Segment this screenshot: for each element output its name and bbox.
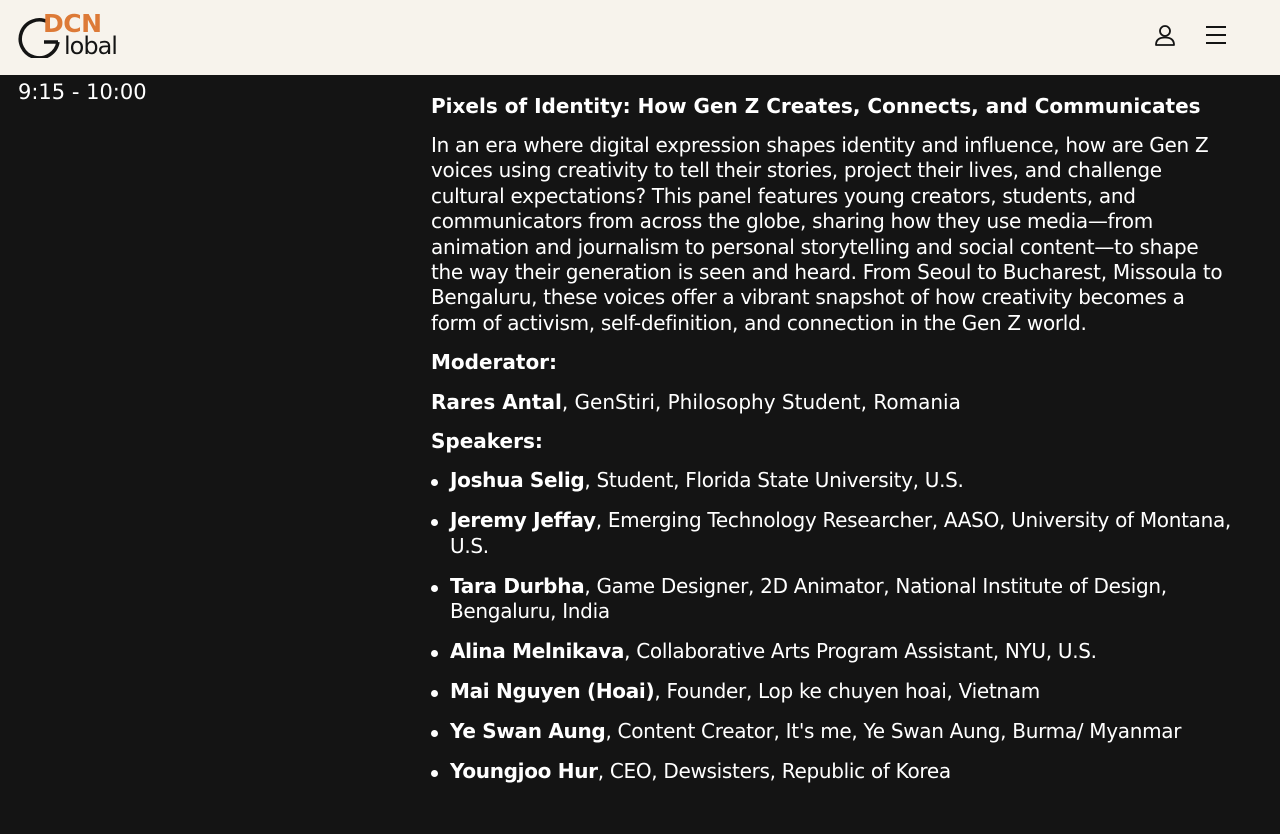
speaker-name: Mai Nguyen (Hoai) [450,679,655,704]
bullet-icon [431,650,438,658]
session-description: In an era where digital expression shape… [431,133,1223,335]
speaker-item: Tara Durbha, Game Designer, 2D Animator,… [431,574,1231,625]
moderator-details: , GenStiri, Philosophy Student, Romania [561,389,961,414]
moderator-name: Rares Antal [431,389,562,414]
speaker-item: Mai Nguyen (Hoai), Founder, Lop ke chuye… [431,679,1231,704]
session-time: 9:15 - 10:00 [18,80,147,104]
hamburger-menu-icon[interactable] [1203,22,1229,48]
dcn-global-logo[interactable]: DCN lobal [18,10,133,62]
speaker-item: Jeremy Jeffay, Emerging Technology Resea… [431,508,1231,559]
moderator-entry: Rares Antal, GenStiri, Philosophy Studen… [431,390,1231,415]
speaker-name: Ye Swan Aung [450,719,606,744]
moderator-label: Moderator: [431,350,558,375]
speakers-label: Speakers: [431,429,543,454]
speaker-name: Alina Melnikava [450,639,625,664]
bullet-icon [431,519,438,527]
speaker-details: , Student, Florida State University, U.S… [584,468,964,493]
logo-text-global: lobal [64,32,118,60]
speakers-list: Joshua Selig, Student, Florida State Uni… [431,468,1231,784]
site-header: DCN lobal [0,0,1280,75]
bullet-icon [431,584,438,592]
speaker-name: Jeremy Jeffay [450,508,596,533]
bullet-icon [431,730,438,738]
bullet-icon [431,770,438,778]
speaker-name: Youngjoo Hur [450,759,598,784]
speaker-item: Ye Swan Aung, Content Creator, It's me, … [431,719,1231,744]
speaker-details: , Collaborative Arts Program Assistant, … [624,639,1097,664]
session-title: Pixels of Identity: How Gen Z Creates, C… [431,94,1201,118]
speaker-details: , Content Creator, It's me, Ye Swan Aung… [605,719,1182,744]
speaker-item: Youngjoo Hur, CEO, Dewsisters, Republic … [431,759,1231,784]
session-details: Pixels of Identity: How Gen Z Creates, C… [431,92,1231,799]
speaker-item: Alina Melnikava, Collaborative Arts Prog… [431,639,1231,664]
user-icon[interactable] [1152,22,1178,48]
speaker-name: Tara Durbha [450,573,585,598]
speaker-details: , CEO, Dewsisters, Republic of Korea [597,759,951,784]
speaker-name: Joshua Selig [450,468,585,493]
speaker-item: Joshua Selig, Student, Florida State Uni… [431,468,1231,493]
speaker-details: , Founder, Lop ke chuyen hoai, Vietnam [654,679,1040,704]
bullet-icon [431,479,438,487]
bullet-icon [431,690,438,698]
